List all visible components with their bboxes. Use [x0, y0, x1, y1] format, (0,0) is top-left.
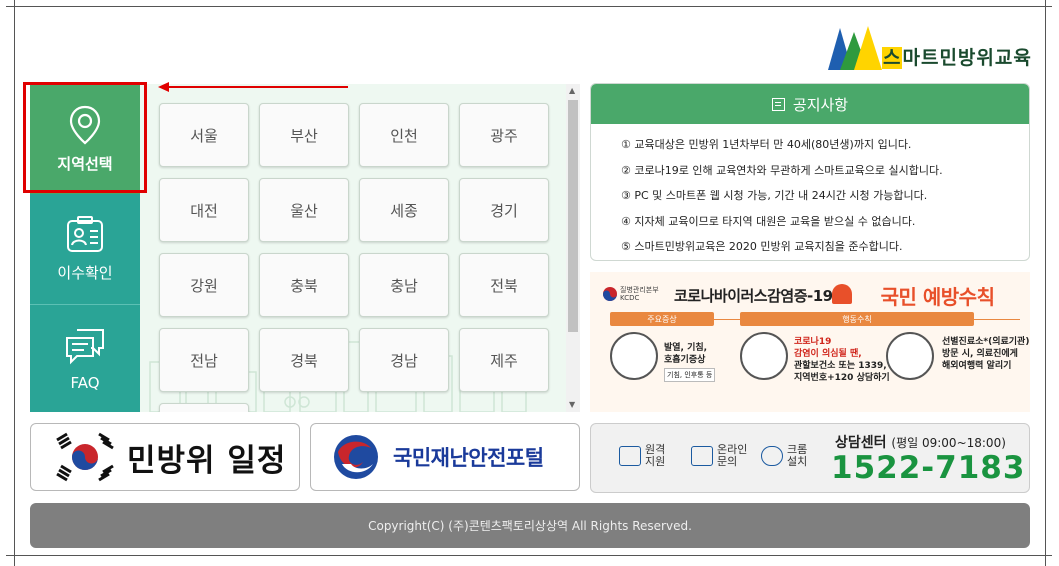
notice-header[interactable]: 공지사항 [591, 84, 1029, 124]
chrome-icon [761, 446, 783, 466]
region-button-chungnam[interactable]: 충남 [359, 253, 449, 317]
counsel-center-panel: 원격 지원 온라인 문의 크롬 설치 상담센터 (평일 09:00~18:00) 15… [590, 423, 1030, 493]
government-emblem-icon [334, 435, 378, 479]
notice-item: ① 교육대상은 민방위 1년차부터 만 40세(80년생)까지 입니다. [621, 138, 912, 151]
region-select-panel: 서울 부산 인천 광주 대전 울산 세종 경기 강원 충북 충남 전북 전남 경… [140, 84, 566, 412]
region-button-seoul[interactable]: 서울 [159, 103, 249, 167]
notice-title: 공지사항 [792, 95, 849, 114]
monitor-icon [619, 446, 641, 466]
hospital-icon [740, 332, 788, 380]
region-button-daejeon[interactable]: 대전 [159, 178, 249, 242]
symptoms-tag: 주요증상 [610, 312, 714, 326]
notice-item: ④ 지자체 교육이므로 타지역 대원은 교육을 받으실 수 없습니다. [621, 214, 916, 228]
region-button-jeju[interactable]: 제주 [459, 328, 549, 392]
region-button-busan[interactable]: 부산 [259, 103, 349, 167]
actions-tag: 행동수칙 [740, 312, 974, 326]
counsel-phone-number[interactable]: 1522-7183 [831, 450, 1025, 486]
scroll-down-arrow-icon[interactable]: ▼ [569, 401, 575, 409]
notice-panel: 공지사항 ① 교육대상은 민방위 1년차부터 만 40세(80년생)까지 입니다… [590, 83, 1030, 261]
symptom-text: 발열, 기침, 호흡기증상 기침, 인후통 등 [664, 342, 716, 382]
memo-icon [691, 446, 713, 466]
region-button-gyeongnam[interactable]: 경남 [359, 328, 449, 392]
region-button-gwangju[interactable]: 광주 [459, 103, 549, 167]
sidebar-item-faq[interactable]: FAQ [30, 304, 140, 412]
id-card-icon [67, 215, 103, 252]
siren-icon [832, 284, 852, 304]
region-select-highlight [23, 82, 147, 193]
schedule-label: 민방위 일정 [127, 442, 287, 479]
doctor-icon [886, 332, 934, 380]
notice-item: ③ PC 및 스마트폰 웹 시청 가능, 기간 내 24시간 시청 가능합니다. [621, 189, 928, 202]
frame-bottom-line [6, 555, 1052, 556]
notice-item: ② 코로나19로 인해 교육연차와 무관하게 스마트교육으로 실시합니다. [621, 163, 943, 177]
region-button-gyeonggi[interactable]: 경기 [459, 178, 549, 242]
chrome-install-button[interactable]: 크롬 설치 [761, 444, 807, 468]
region-button-ulsan[interactable]: 울산 [259, 178, 349, 242]
disaster-safety-portal-button[interactable]: 국민재난안전포털 [310, 423, 580, 491]
mountain-logo-icon [828, 26, 882, 70]
korean-flag-icon [56, 432, 114, 482]
smart-civil-defense-logo[interactable]: 스마트민방위교육 [826, 22, 1032, 72]
online-inquiry-button[interactable]: 온라인 문의 [691, 444, 747, 468]
region-button-sejong[interactable]: 세종 [359, 178, 449, 242]
remote-support-button[interactable]: 원격 지원 [619, 444, 665, 468]
notice-item: ⑤ 스마트민방위교육은 2020 민방위 교육지침을 준수합니다. [621, 240, 903, 253]
covid-prevention-banner[interactable]: 질병관리본부 KCDC 코로나바이러스감염증-19 국민 예방수칙 주요증상 행동… [590, 272, 1030, 412]
region-scrollbar[interactable]: ▲ ▼ [566, 84, 580, 412]
frame-left-line [14, 0, 15, 566]
notice-icon [771, 97, 785, 111]
sidebar-item-completion-check[interactable]: 이수확인 [30, 194, 140, 304]
chat-bubbles-icon [66, 328, 104, 364]
frame-right-line [1045, 0, 1046, 566]
guide-arrow-icon [158, 82, 169, 92]
region-button-gyeongbuk[interactable]: 경북 [259, 328, 349, 392]
symptom-person-icon [610, 332, 658, 380]
region-button-incheon[interactable]: 인천 [359, 103, 449, 167]
scroll-up-arrow-icon[interactable]: ▲ [569, 87, 575, 95]
sidebar-item-label: 이수확인 [57, 263, 113, 282]
banner-title: 코로나바이러스감염증-19 [674, 286, 833, 305]
region-button-partial[interactable] [159, 403, 249, 412]
action-text: 코로나19 감염이 의심될 땐, 관할보건소 또는 1339, 지역번호+120 상담… [794, 337, 890, 383]
counsel-center-label: 상담센터 (평일 09:00~18:00) [835, 435, 1006, 451]
region-button-chungbuk[interactable]: 충북 [259, 253, 349, 317]
portal-label: 국민재난안전포털 [393, 446, 544, 470]
civil-defense-schedule-button[interactable]: 민방위 일정 [30, 423, 300, 491]
region-button-jeonbuk[interactable]: 전북 [459, 253, 549, 317]
logo-text: 스마트민방위교육 [882, 47, 1032, 69]
guide-arrow-line [168, 86, 348, 88]
region-button-gangwon[interactable]: 강원 [159, 253, 249, 317]
frame-top-line [6, 6, 1052, 7]
region-button-jeonnam[interactable]: 전남 [159, 328, 249, 392]
footer-copyright: Copyright(C) (주)콘텐츠팩토리상상역 All Rights Res… [30, 503, 1030, 548]
visit-text: 선별진료소*(의료기관) 방문 시, 의료진에게 해외여행력 알리기 [942, 337, 1030, 371]
banner-emphasis: 국민 예방수칙 [880, 284, 995, 309]
notice-list: ① 교육대상은 민방위 1년차부터 만 40세(80년생)까지 입니다. ② 코… [621, 132, 943, 260]
sidebar-item-label: FAQ [70, 373, 100, 392]
banner-org: 질병관리본부 KCDC [620, 286, 659, 302]
scroll-thumb[interactable] [568, 100, 578, 332]
